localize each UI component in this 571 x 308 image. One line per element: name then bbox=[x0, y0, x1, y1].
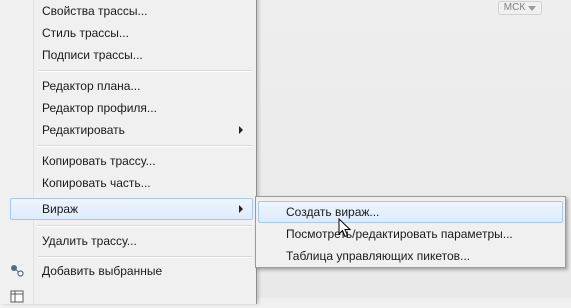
menu-item-plan-editor[interactable]: Редактор плана... bbox=[0, 75, 256, 97]
menu-item-copy-part[interactable]: Копировать часть... bbox=[0, 172, 256, 194]
menu-item-label: Редактор плана... bbox=[42, 79, 141, 93]
submenu-arrow-icon bbox=[239, 205, 243, 213]
menu-item-profile-editor[interactable]: Редактор профиля... bbox=[0, 97, 256, 119]
submenu-item-label: Создать вираж... bbox=[286, 205, 380, 219]
submenu-item-view-edit-parameters[interactable]: Посмотреть/редактировать параметры... bbox=[256, 223, 565, 245]
menu-item-alignment-labels[interactable]: Подписи трассы... bbox=[0, 44, 256, 66]
menu-item-delete-alignment[interactable]: Удалить трассу... bbox=[0, 230, 256, 252]
ucs-indicator[interactable]: МСК bbox=[498, 1, 542, 15]
menu-separator bbox=[38, 145, 252, 147]
menu-item-label: Редактировать bbox=[42, 123, 125, 137]
menu-item-superelevation[interactable]: Вираж bbox=[0, 198, 256, 220]
menu-item-label: Удалить трассу... bbox=[42, 234, 137, 248]
mouse-cursor-icon bbox=[338, 218, 351, 238]
add-selected-icon bbox=[11, 265, 24, 277]
submenu-item-label: Таблица управляющих пикетов... bbox=[286, 249, 471, 263]
context-menu: Свойства трассы... Стиль трассы... Подпи… bbox=[0, 0, 257, 304]
menu-item-label: Подписи трассы... bbox=[42, 48, 143, 62]
menu-item-label: Вираж bbox=[42, 202, 79, 216]
menu-item-add-selected[interactable]: Добавить выбранные bbox=[0, 260, 256, 282]
menu-item-label: Свойства трассы... bbox=[42, 4, 148, 18]
menu-separator bbox=[38, 256, 252, 258]
superelevation-submenu: Создать вираж... Посмотреть/редактироват… bbox=[255, 196, 566, 268]
chevron-down-icon bbox=[528, 5, 537, 11]
submenu-arrow-icon bbox=[239, 126, 243, 134]
menu-item-edit[interactable]: Редактировать bbox=[0, 119, 256, 141]
menu-item-partial[interactable] bbox=[0, 286, 256, 308]
submenu-item-label: Посмотреть/редактировать параметры... bbox=[286, 227, 513, 241]
submenu-item-create-superelevation[interactable]: Создать вираж... bbox=[256, 201, 565, 223]
submenu-item-control-stations-table[interactable]: Таблица управляющих пикетов... bbox=[256, 245, 565, 267]
menu-item-label: Добавить выбранные bbox=[42, 264, 163, 278]
table-icon bbox=[10, 290, 24, 303]
ucs-label: МСК bbox=[503, 2, 526, 13]
menu-item-label: Редактор профиля... bbox=[42, 101, 157, 115]
menu-item-alignment-properties[interactable]: Свойства трассы... bbox=[0, 0, 256, 22]
menu-item-alignment-style[interactable]: Стиль трассы... bbox=[0, 22, 256, 44]
menu-item-label: Копировать часть... bbox=[42, 176, 151, 190]
menu-separator bbox=[38, 70, 252, 72]
menu-item-label: Копировать трассу... bbox=[42, 154, 156, 168]
menu-separator bbox=[38, 225, 252, 227]
menu-item-copy-alignment[interactable]: Копировать трассу... bbox=[0, 150, 256, 172]
menu-item-label: Стиль трассы... bbox=[42, 26, 129, 40]
